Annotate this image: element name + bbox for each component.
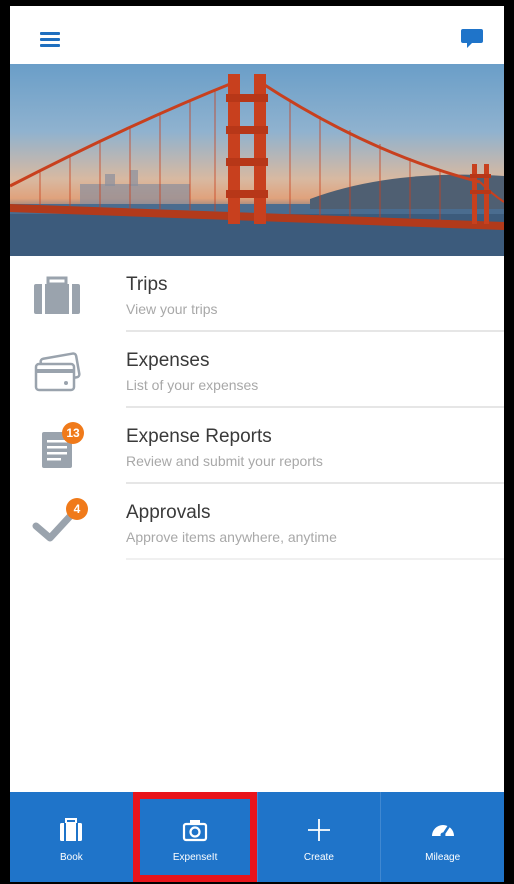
expense-reports-title: Expense Reports: [126, 426, 272, 447]
expenses-subtitle: List of your expenses: [126, 377, 259, 393]
tab-mileage[interactable]: Mileage: [380, 792, 504, 882]
camera-icon: [183, 820, 208, 842]
suitcase-icon: [60, 818, 83, 841]
menu-icon[interactable]: [40, 32, 60, 48]
tab-expenseit[interactable]: ExpenseIt: [132, 792, 257, 882]
approvals-title: Approvals: [126, 502, 211, 523]
approvals-subtitle: Approve items anywhere, anytime: [126, 529, 337, 545]
trips-title: Trips: [126, 274, 168, 295]
tab-book-label: Book: [59, 852, 83, 863]
expense-reports-badge: 13: [62, 422, 84, 444]
gauge-icon: [431, 824, 454, 838]
expenses-title: Expenses: [126, 350, 210, 371]
list-item-approvals[interactable]: 4 Approvals Approve items anywhere, anyt…: [10, 484, 504, 560]
plus-icon: [307, 819, 330, 841]
bridge-illustration: [10, 74, 504, 256]
expense-reports-subtitle: Review and submit your reports: [126, 453, 323, 469]
tab-create-label: Create: [303, 852, 334, 863]
approvals-badge: 4: [66, 498, 88, 520]
tab-create[interactable]: Create: [256, 792, 381, 882]
list-item-trips[interactable]: Trips View your trips: [10, 256, 504, 332]
divider: [126, 558, 504, 560]
tab-book[interactable]: Book: [10, 792, 133, 882]
top-bar: [10, 6, 504, 64]
list-item-expenses[interactable]: Expenses List of your expenses: [10, 332, 504, 408]
suitcase-icon: [34, 276, 80, 314]
credit-card-icon: [34, 352, 81, 392]
tab-expenseit-label: ExpenseIt: [172, 852, 218, 863]
chat-icon[interactable]: [460, 28, 484, 50]
list-item-expense-reports[interactable]: 13 Expense Reports Review and submit you…: [10, 408, 504, 484]
main-menu-list: Trips View your trips Expenses List of y…: [10, 256, 504, 560]
trips-subtitle: View your trips: [126, 301, 218, 317]
bottom-tab-bar: Book ExpenseIt Create Mileage: [10, 792, 504, 882]
hero-banner-golden-gate-bridge: [10, 64, 504, 256]
tab-mileage-label: Mileage: [425, 852, 461, 863]
